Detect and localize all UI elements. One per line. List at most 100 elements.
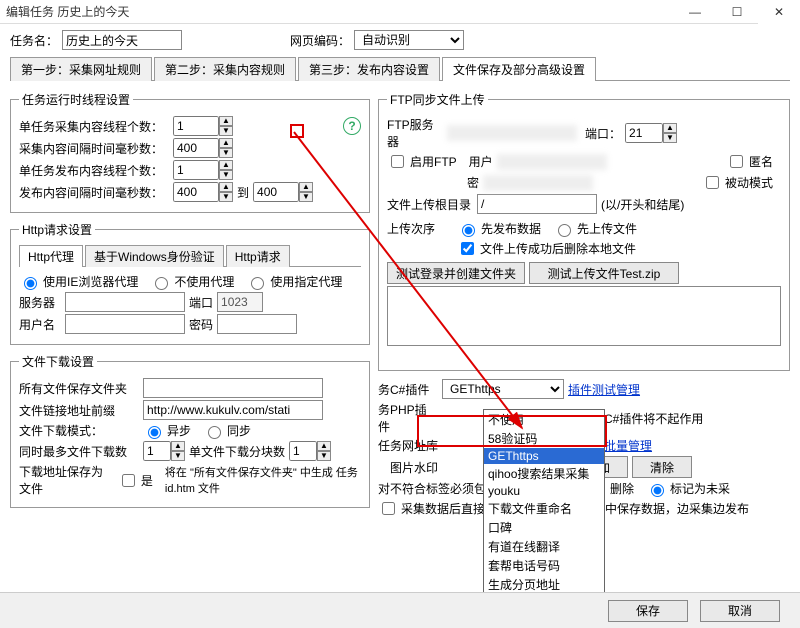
opt-none[interactable]: 不使用 xyxy=(484,410,604,429)
help-icon[interactable]: ? xyxy=(343,117,361,135)
opt-youku[interactable]: youku xyxy=(484,483,604,499)
ftp-legend: FTP同步文件上传 xyxy=(387,91,488,108)
ftp-log-textarea[interactable] xyxy=(387,286,781,346)
save-button[interactable]: 保存 xyxy=(608,600,688,622)
root-input[interactable] xyxy=(477,194,597,214)
thread-legend: 任务运行时线程设置 xyxy=(19,91,133,108)
server-label: 服务器 xyxy=(19,294,61,311)
prefix-label: 文件链接地址前缀 xyxy=(19,402,139,419)
ftp-server-label: FTP服务器 xyxy=(387,116,443,150)
tab-content-rules[interactable]: 第二步：采集内容规则 xyxy=(154,57,296,81)
publish-interval-label: 发布内容间隔时间毫秒数： xyxy=(19,184,169,201)
spin-up[interactable]: ▲ xyxy=(219,116,233,126)
task-name-input[interactable] xyxy=(62,30,182,50)
user-label: 用户名 xyxy=(19,316,61,333)
opt-rename[interactable]: 下载文件重命名 xyxy=(484,499,604,518)
file-legend: 文件下载设置 xyxy=(19,353,97,370)
port-input xyxy=(217,292,263,312)
anon-check[interactable]: 匿名 xyxy=(726,152,773,171)
publish-threads-input[interactable] xyxy=(173,160,219,180)
collect-interval-input[interactable] xyxy=(173,138,219,158)
root-hint: (以/开头和结尾) xyxy=(601,196,684,213)
unmatched-label: 对不符合标签必须包含 xyxy=(378,480,498,497)
save-as-label: 下载地址保存为文件 xyxy=(19,463,114,497)
clear-button[interactable]: 清除 xyxy=(632,456,692,478)
subtab-httpreq[interactable]: Http请求 xyxy=(226,245,290,267)
test-upload-button[interactable]: 测试上传文件Test.zip xyxy=(529,262,679,284)
proxy-none-radio[interactable]: 不使用代理 xyxy=(150,273,234,290)
pwd-input[interactable] xyxy=(217,314,297,334)
encoding-select[interactable]: 自动识别 xyxy=(354,30,464,50)
close-button[interactable]: ✕ xyxy=(758,0,800,24)
minimize-button[interactable]: — xyxy=(674,0,716,24)
opt-58[interactable]: 58验证码 xyxy=(484,429,604,448)
opt-koubei[interactable]: 口碑 xyxy=(484,518,604,537)
thread-settings-group: 任务运行时线程设置 单任务采集内容线程个数： ▲▼ ? 采集内容间隔时间毫秒数：… xyxy=(10,91,370,213)
tab-publish[interactable]: 第三步：发布内容设置 xyxy=(298,57,440,81)
enable-ftp-check[interactable]: 启用FTP xyxy=(387,152,457,171)
to-label: 到 xyxy=(237,184,249,201)
subtab-winauth[interactable]: 基于Windows身份验证 xyxy=(85,245,224,267)
chunk-input[interactable] xyxy=(289,441,317,461)
ftp-group: FTP同步文件上传 FTP服务器 端口： ▲▼ 启用FTP 用户 匿名 密 被动… xyxy=(378,91,790,371)
ftp-user-label: 用户 xyxy=(469,153,493,170)
proxy-ie-radio[interactable]: 使用IE浏览器代理 xyxy=(19,273,138,290)
mode-label: 文件下载模式： xyxy=(19,422,139,439)
http-settings-group: Http请求设置 Http代理 基于Windows身份验证 Http请求 使用I… xyxy=(10,221,370,345)
ftp-user-blur xyxy=(497,154,607,170)
unmatched-mark-radio[interactable]: 标记为未采 xyxy=(646,480,730,497)
order-pubfirst-radio[interactable]: 先发布数据 xyxy=(457,220,541,237)
ftp-port-input[interactable] xyxy=(625,123,663,143)
window-title: 编辑任务 历史上的今天 xyxy=(6,3,129,20)
passive-check[interactable]: 被动模式 xyxy=(702,173,773,192)
publish-interval-from[interactable] xyxy=(173,182,219,202)
cs-plugin-select[interactable]: GEThttps xyxy=(442,379,564,399)
test-login-button[interactable]: 测试登录并创建文件夹 xyxy=(387,262,525,284)
user-input[interactable] xyxy=(65,314,185,334)
port-label: 端口 xyxy=(189,294,213,311)
opt-phone[interactable]: 套帮电话号码 xyxy=(484,556,604,575)
collect-threads-label: 单任务采集内容线程个数： xyxy=(19,118,169,135)
publish-interval-to[interactable] xyxy=(253,182,299,202)
tab-file-advanced[interactable]: 文件保存及部分高级设置 xyxy=(442,57,596,81)
publish-threads-label: 单任务发布内容线程个数： xyxy=(19,162,169,179)
collect-threads-input[interactable] xyxy=(173,116,219,136)
main-tabs: 第一步：采集网址规则 第二步：采集内容规则 第三步：发布内容设置 文件保存及部分… xyxy=(10,56,790,81)
chunk-label: 单文件下载分块数 xyxy=(189,443,285,460)
cs-plugin-dropdown[interactable]: 不使用 58验证码 GEThttps qihoo搜索结果采集 youku 下载文… xyxy=(483,409,605,595)
php-plugin-label: 务PHP插件 xyxy=(378,401,438,435)
opt-qihoo[interactable]: qihoo搜索结果采集 xyxy=(484,464,604,483)
maxfiles-label: 同时最多文件下载数 xyxy=(19,443,139,460)
encoding-label: 网页编码： xyxy=(290,32,350,49)
task-name-label: 任务名： xyxy=(10,32,58,49)
ftp-pwd-label: 密 xyxy=(467,174,479,191)
save-as-check[interactable]: 是 xyxy=(118,471,153,490)
maxfiles-input[interactable] xyxy=(143,441,171,461)
server-input[interactable] xyxy=(65,292,185,312)
proxy-custom-radio[interactable]: 使用指定代理 xyxy=(246,273,342,290)
subtab-proxy[interactable]: Http代理 xyxy=(19,245,83,267)
watermark-label: 图片水印 xyxy=(378,459,438,476)
opt-youdao[interactable]: 有道在线翻译 xyxy=(484,537,604,556)
ftp-port-label: 端口： xyxy=(585,125,621,142)
save-as-note: 将在 "所有文件保存文件夹" 中生成 任务id.htm 文件 xyxy=(165,464,361,496)
maximize-button[interactable]: ☐ xyxy=(716,0,758,24)
http-legend: Http请求设置 xyxy=(19,221,95,238)
opt-gethttps[interactable]: GEThttps xyxy=(484,448,604,464)
cs-plugin-label: 务C#插件 xyxy=(378,381,438,398)
spin-down[interactable]: ▼ xyxy=(219,126,233,136)
ftp-pwd-blur xyxy=(483,175,593,191)
ftp-server-blur xyxy=(447,125,577,141)
cancel-button[interactable]: 取消 xyxy=(700,600,780,622)
save-folder-label: 所有文件保存文件夹 xyxy=(19,380,139,397)
mode-async-radio[interactable]: 异步 xyxy=(143,422,191,439)
save-folder-input[interactable] xyxy=(143,378,323,398)
prefix-input[interactable] xyxy=(143,400,323,420)
mode-sync-radio[interactable]: 同步 xyxy=(203,422,251,439)
file-download-group: 文件下载设置 所有文件保存文件夹 文件链接地址前缀 文件下载模式： 异步 同步 … xyxy=(10,353,370,508)
delete-after-check[interactable]: 文件上传成功后删除本地文件 xyxy=(457,239,636,258)
order-upfirst-radio[interactable]: 先上传文件 xyxy=(553,220,637,237)
tab-url-rules[interactable]: 第一步：采集网址规则 xyxy=(10,57,152,81)
plugin-test-link[interactable]: 插件测试管理 xyxy=(568,381,640,398)
pwd-label: 密码 xyxy=(189,316,213,333)
